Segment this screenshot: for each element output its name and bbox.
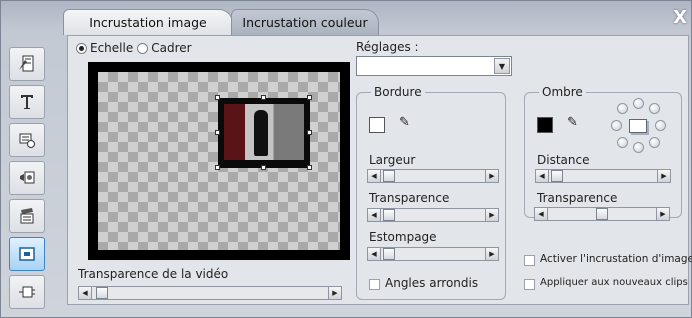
bordure-transparence-slider[interactable]: ◀ ▶: [367, 208, 499, 222]
text-icon: [21, 95, 33, 109]
title-editor-tool-button[interactable]: [9, 47, 45, 81]
reglages-label: Réglages :: [356, 40, 419, 54]
ombre-transparence-label: Transparence: [537, 191, 618, 205]
tab-incrustation-couleur[interactable]: Incrustation couleur: [231, 9, 379, 35]
slider-thumb[interactable]: [383, 209, 395, 221]
slider-right-arrow-icon[interactable]: ▶: [485, 209, 498, 221]
overlay-settings-panel: Echelle Cadrer Transparence de la vidéo …: [67, 35, 692, 305]
title-editor-icon: [19, 55, 34, 72]
distance-label: Distance: [537, 153, 590, 167]
bordure-title: Bordure: [371, 85, 425, 99]
ombre-transparence-slider[interactable]: ◀ ▶: [534, 207, 670, 221]
menu-icon: [19, 133, 35, 148]
sound-icon: [20, 171, 35, 184]
clapperboard-icon: [20, 208, 34, 224]
slider-right-arrow-icon[interactable]: ▶: [485, 170, 498, 182]
shadow-direction-dot[interactable]: [649, 103, 660, 114]
transparency-checkerboard: [98, 72, 340, 250]
shadow-direction-dot[interactable]: [649, 137, 660, 148]
resize-handle[interactable]: [215, 95, 220, 100]
distance-slider[interactable]: ◀ ▶: [535, 169, 671, 183]
radio-echelle[interactable]: [76, 42, 87, 54]
slider-right-arrow-icon[interactable]: ▶: [485, 248, 498, 260]
shadow-color-swatch[interactable]: [537, 117, 553, 133]
clapperboard-tool-button[interactable]: [9, 199, 45, 233]
tool-sidebar: [5, 35, 49, 311]
shadow-direction-dot[interactable]: [633, 142, 644, 153]
eyedropper-icon[interactable]: ✎: [567, 115, 578, 130]
slider-right-arrow-icon[interactable]: ▶: [328, 287, 341, 299]
shadow-preview-box: [629, 119, 647, 133]
slider-thumb[interactable]: [551, 170, 563, 182]
slider-thumb[interactable]: [383, 170, 395, 182]
radio-echelle-label: Echelle: [90, 41, 134, 55]
person-figure: [254, 110, 268, 156]
slider-right-arrow-icon[interactable]: ▶: [656, 208, 669, 220]
shadow-direction-dot[interactable]: [617, 103, 628, 114]
appliquer-nouveaux-clips-label: Appliquer aux nouveaux clips: [540, 277, 688, 288]
ombre-title: Ombre: [539, 85, 586, 99]
border-color-swatch[interactable]: [369, 117, 385, 133]
radio-cadrer[interactable]: [137, 42, 149, 54]
ombre-group: Ombre ✎ Distance ◀ ▶ Transparence: [524, 85, 682, 218]
plugin-tool-button[interactable]: [9, 275, 45, 309]
resize-handle[interactable]: [307, 95, 312, 100]
bordure-group: Bordure ✎ Largeur ◀ ▶ Transparence ◀ ▶ E…: [356, 85, 506, 300]
activer-incrustation-label: Activer l'incrustation d'image: [540, 253, 692, 265]
slider-left-arrow-icon[interactable]: ◀: [536, 170, 549, 182]
slider-left-arrow-icon[interactable]: ◀: [535, 208, 548, 220]
shadow-direction-dot[interactable]: [633, 98, 644, 109]
resize-handle[interactable]: [215, 130, 220, 135]
eyedropper-icon[interactable]: ✎: [399, 115, 410, 130]
video-transparency-slider[interactable]: ◀ ▶: [78, 286, 342, 300]
resize-handle[interactable]: [307, 130, 312, 135]
radio-cadrer-label: Cadrer: [151, 41, 192, 55]
chevron-down-icon[interactable]: ▼: [494, 58, 510, 74]
shadow-direction-dot[interactable]: [655, 120, 666, 131]
shadow-direction-dot[interactable]: [617, 137, 628, 148]
tab-bar: Incrustation image Incrustation couleur …: [53, 5, 689, 35]
slider-left-arrow-icon[interactable]: ◀: [368, 209, 381, 221]
activer-incrustation-checkbox[interactable]: [524, 255, 535, 266]
resize-handle[interactable]: [215, 165, 220, 170]
angles-arrondis-label: Angles arrondis: [385, 276, 479, 290]
appliquer-nouveaux-clips-checkbox[interactable]: [524, 279, 535, 290]
overlay-image: [224, 104, 304, 160]
resize-handle[interactable]: [307, 165, 312, 170]
estompage-label: Estompage: [369, 230, 437, 244]
overlay-image-frame[interactable]: [218, 98, 310, 168]
shadow-direction-dot[interactable]: [611, 120, 622, 131]
menu-tool-button[interactable]: [9, 123, 45, 157]
video-transparency-label: Transparence de la vidéo: [78, 267, 229, 281]
mode-radio-group: Echelle Cadrer: [76, 41, 192, 55]
plugin-icon: [19, 286, 35, 298]
angles-arrondis-checkbox[interactable]: [369, 279, 380, 290]
slider-thumb[interactable]: [596, 208, 608, 220]
slider-thumb[interactable]: [383, 248, 395, 260]
slider-left-arrow-icon[interactable]: ◀: [79, 287, 92, 299]
slider-left-arrow-icon[interactable]: ◀: [368, 170, 381, 182]
largeur-slider[interactable]: ◀ ▶: [367, 169, 499, 183]
overlay-icon: [19, 247, 35, 261]
sound-tool-button[interactable]: [9, 161, 45, 195]
text-tool-button[interactable]: [9, 85, 45, 119]
resize-handle[interactable]: [261, 95, 266, 100]
bordure-transparence-label: Transparence: [369, 191, 450, 205]
estompage-slider[interactable]: ◀ ▶: [367, 247, 499, 261]
window-frame: Incrustation image Incrustation couleur …: [0, 0, 692, 318]
reglages-dropdown[interactable]: ▼: [356, 56, 512, 76]
largeur-label: Largeur: [369, 153, 416, 167]
resize-handle[interactable]: [261, 165, 266, 170]
slider-thumb[interactable]: [96, 287, 108, 299]
tab-incrustation-image[interactable]: Incrustation image: [63, 9, 233, 35]
video-preview: [88, 62, 350, 260]
close-icon[interactable]: X: [673, 7, 687, 28]
slider-right-arrow-icon[interactable]: ▶: [657, 170, 670, 182]
slider-left-arrow-icon[interactable]: ◀: [368, 248, 381, 260]
overlay-tool-button[interactable]: [9, 237, 45, 271]
